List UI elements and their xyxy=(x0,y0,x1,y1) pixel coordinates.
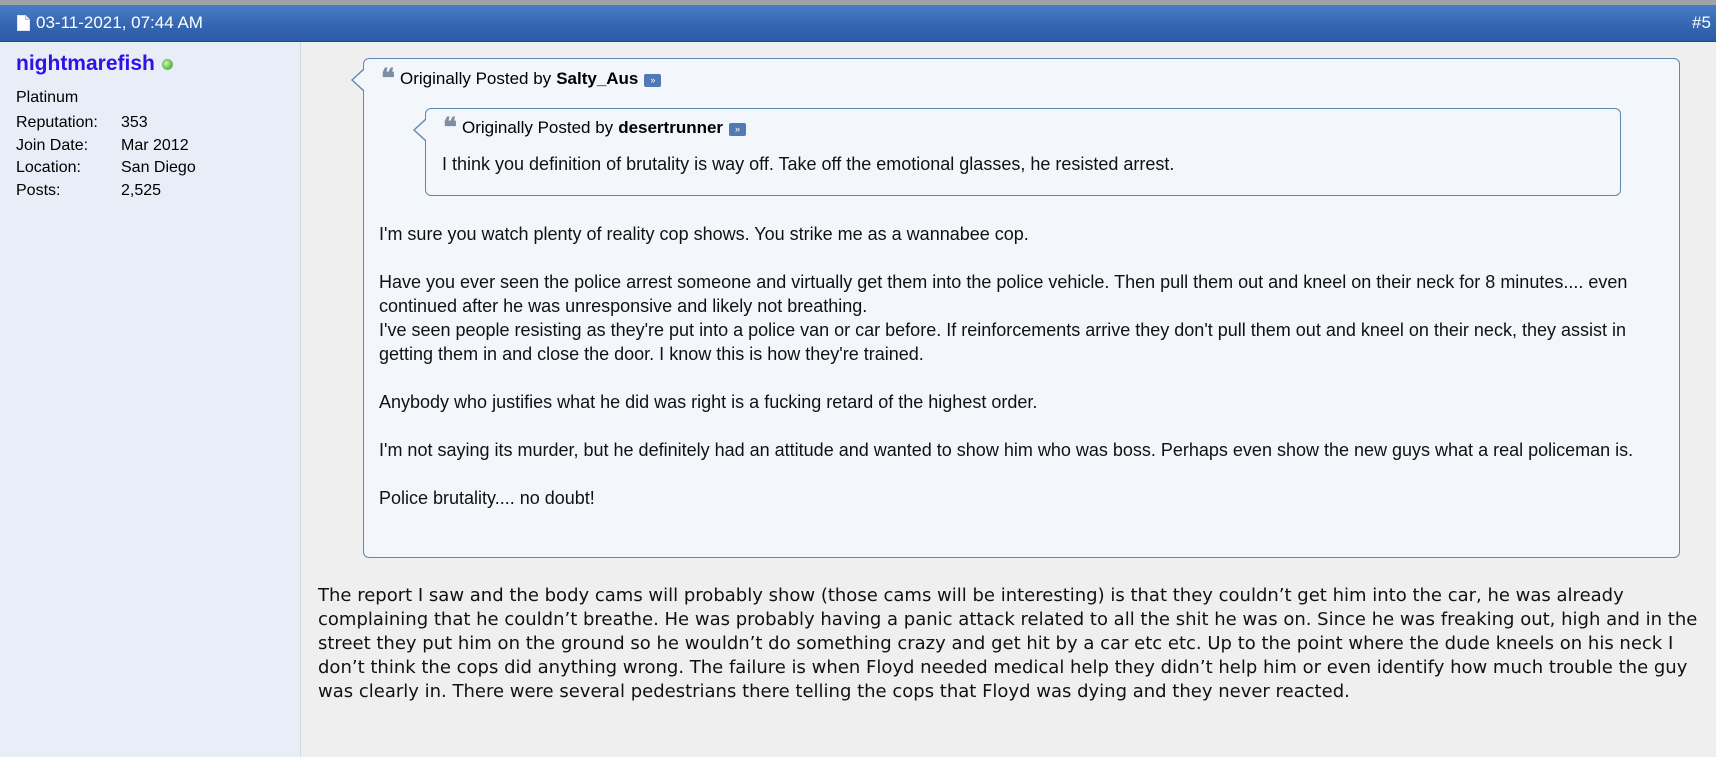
info-label: Join Date: xyxy=(16,137,89,154)
view-post-arrow-icon[interactable]: » xyxy=(644,74,662,87)
post-date: 03-11-2021, 07:44 AM xyxy=(17,13,203,33)
quote-paragraph: Police brutality.... no doubt! xyxy=(379,488,595,508)
post-content: ❝ Originally Posted by Salty_Aus » ❝ Ori… xyxy=(301,42,1716,757)
quote-prefix: Originally Posted by xyxy=(400,69,552,88)
info-value: San Diego xyxy=(121,159,196,176)
info-value: 2,525 xyxy=(121,182,162,199)
outer-quote-box: ❝ Originally Posted by Salty_Aus » ❝ Ori… xyxy=(351,58,1680,558)
quote-author-link[interactable]: desertrunner xyxy=(618,118,723,138)
username-link[interactable]: nightmarefish xyxy=(16,52,155,76)
quote-paragraph: Have you ever seen the police arrest som… xyxy=(379,272,1628,364)
post-header-bar: 03-11-2021, 07:44 AM #5 xyxy=(0,5,1716,42)
document-icon xyxy=(17,15,30,31)
quote-marks-icon: ❝ xyxy=(443,112,457,143)
view-post-arrow-icon[interactable]: » xyxy=(729,123,747,136)
info-label: Reputation: xyxy=(16,114,98,131)
outer-quote-body: I'm sure you watch plenty of reality cop… xyxy=(379,222,1644,534)
info-label: Location: xyxy=(16,159,81,176)
post-date-text: 03-11-2021, 07:44 AM xyxy=(36,13,203,32)
quote-prefix: Originally Posted by xyxy=(462,118,614,137)
user-info-sidebar: nightmarefish Platinum Reputation: 353 J… xyxy=(0,42,301,757)
info-value: Mar 2012 xyxy=(121,137,189,154)
inner-quote-box: ❝ Originally Posted by desertrunner » I … xyxy=(413,108,1621,196)
info-value: 353 xyxy=(121,114,148,131)
outer-quote-header: ❝ Originally Posted by Salty_Aus » xyxy=(381,63,662,94)
online-status-dot-icon xyxy=(161,58,173,70)
quote-author-link[interactable]: Salty_Aus xyxy=(556,69,638,89)
inner-quote-header: ❝ Originally Posted by desertrunner » xyxy=(443,112,747,143)
reply-text: The report I saw and the body cams will … xyxy=(318,585,1698,702)
quote-paragraph: I'm not saying its murder, but he defini… xyxy=(379,440,1634,460)
quote-paragraph: Anybody who justifies what he did was ri… xyxy=(379,392,1038,412)
username: nightmarefish xyxy=(16,52,173,76)
quote-paragraph: I'm sure you watch plenty of reality cop… xyxy=(379,224,1029,244)
user-title: Platinum xyxy=(16,89,79,106)
inner-quote-text: I think you definition of brutality is w… xyxy=(442,154,1175,174)
info-label: Posts: xyxy=(16,182,61,199)
post-number-link[interactable]: #5 xyxy=(1692,13,1711,33)
quote-marks-icon: ❝ xyxy=(381,63,395,94)
